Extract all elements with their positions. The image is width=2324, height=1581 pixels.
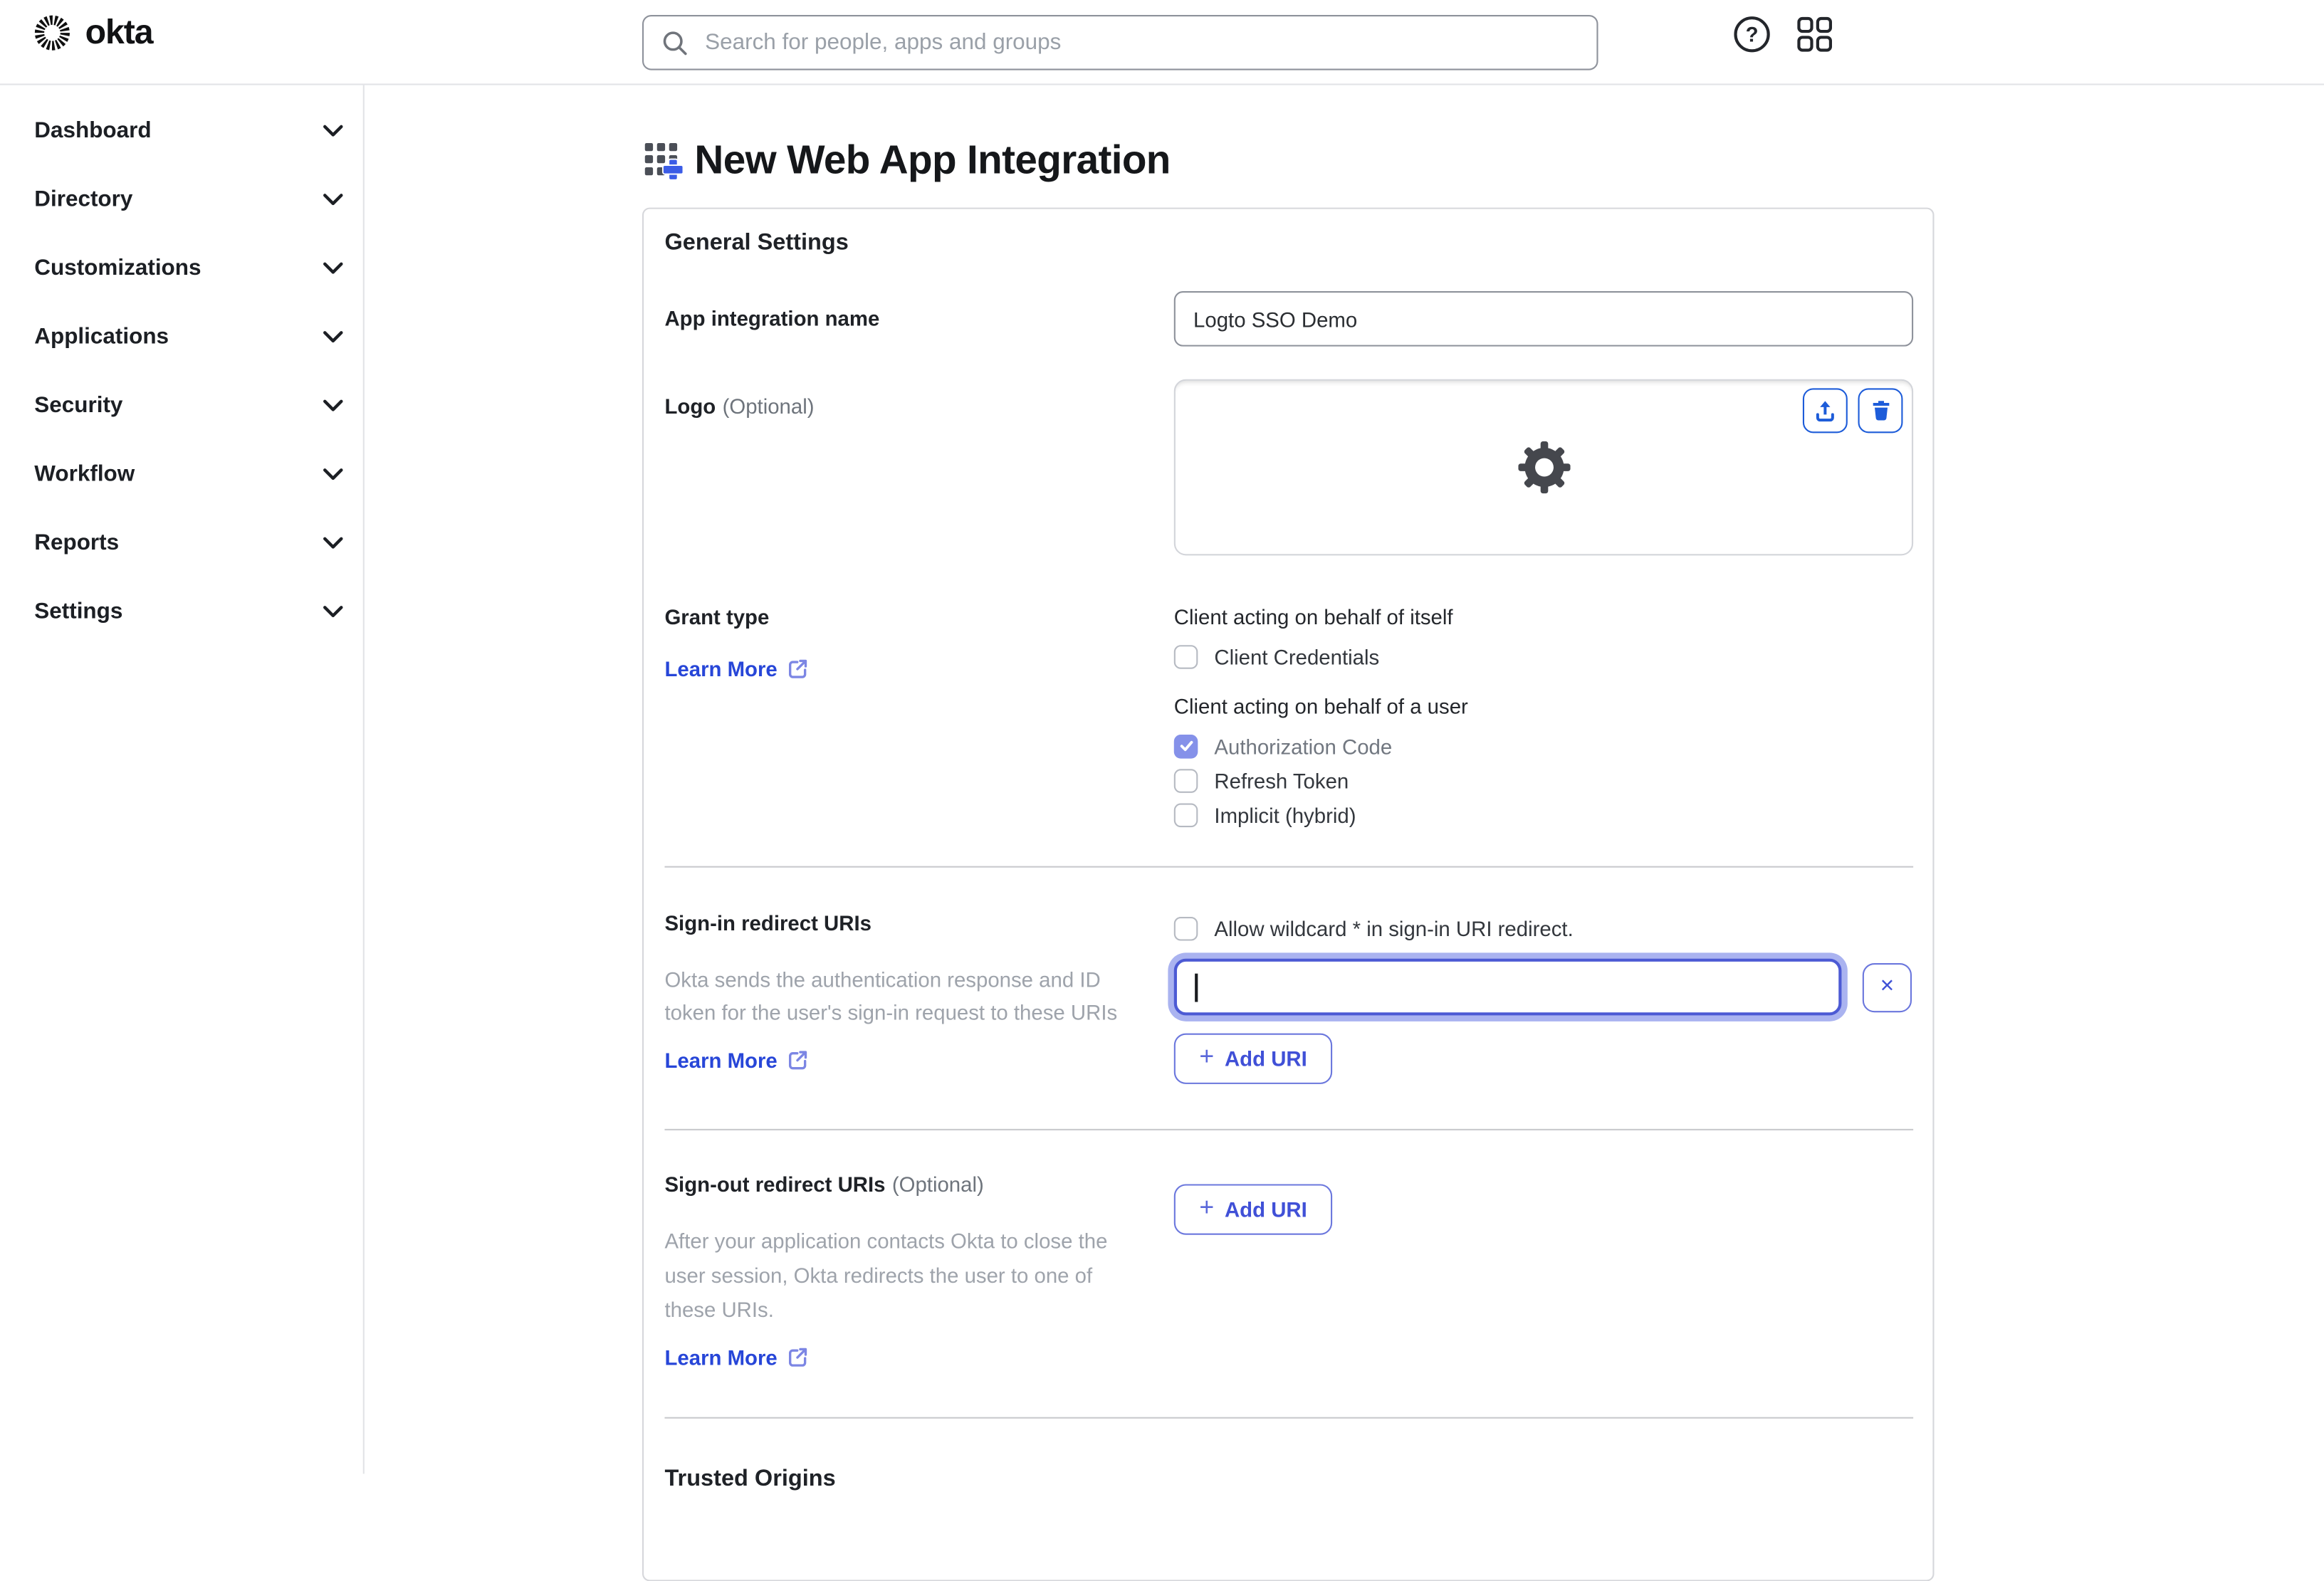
signin-uris-row: Sign-in redirect URIs Okta sends the aut… <box>664 911 1913 1084</box>
chevron-down-icon <box>323 605 343 617</box>
signout-helper-text: After your application contacts Okta to … <box>664 1229 1108 1322</box>
upload-icon <box>1816 401 1834 422</box>
checkbox-authorization-code[interactable]: Authorization Code <box>1173 729 1913 763</box>
checkbox-box-checked[interactable] <box>1173 734 1198 758</box>
trusted-origins-heading: Trusted Origins <box>664 1466 836 1492</box>
signout-uris-label: Sign-out redirect URIs (Optional) <box>664 1172 984 1197</box>
logo-delete-button[interactable] <box>1858 388 1903 434</box>
section-divider <box>664 1128 1914 1130</box>
grant-type-row: Grant type Learn More Client acting on b… <box>664 605 1913 832</box>
global-search[interactable] <box>642 14 1598 70</box>
gear-icon <box>1517 441 1570 494</box>
signin-learn-more-link[interactable]: Learn More <box>664 1049 808 1072</box>
checkbox-box[interactable] <box>1173 802 1198 827</box>
signin-uri-entry-row: × <box>1173 958 1913 1016</box>
sidebar-item-customizations[interactable]: Customizations <box>0 233 363 301</box>
signout-add-uri-button[interactable]: + Add URI <box>1173 1184 1333 1235</box>
signout-uris-row: Sign-out redirect URIs (Optional) After … <box>664 1172 1913 1372</box>
chevron-down-icon <box>323 399 343 411</box>
signin-add-uri-button[interactable]: + Add URI <box>1173 1033 1333 1084</box>
signout-optional-label: (Optional) <box>891 1172 984 1197</box>
plus-icon: + <box>1199 1042 1215 1071</box>
logo-preview-box <box>1173 379 1914 556</box>
general-settings-heading: General Settings <box>664 230 849 256</box>
chevron-down-icon <box>323 330 343 342</box>
app-name-input[interactable] <box>1173 291 1914 347</box>
okta-admin-app: okta ? Dashboard Directory <box>0 0 2324 1581</box>
plus-icon: + <box>1199 1193 1215 1222</box>
app-name-label: App integration name <box>664 306 880 330</box>
checkbox-box[interactable] <box>1173 768 1198 792</box>
logo-row: Logo (Optional) <box>664 379 1914 556</box>
sidebar-item-reports[interactable]: Reports <box>0 508 363 576</box>
sidebar: Dashboard Directory Customizations Appli… <box>0 85 365 1474</box>
section-divider <box>664 866 1914 868</box>
chevron-down-icon <box>323 536 343 548</box>
sidebar-item-directory[interactable]: Directory <box>0 164 363 233</box>
signin-uri-input[interactable] <box>1173 958 1842 1016</box>
checkbox-box[interactable] <box>1173 644 1198 668</box>
logo-upload-button[interactable] <box>1802 388 1848 434</box>
app-switcher-icon[interactable] <box>1797 16 1833 52</box>
sidebar-item-workflow[interactable]: Workflow <box>0 439 363 508</box>
top-bar: okta ? <box>0 0 2324 85</box>
external-link-icon <box>789 1051 808 1070</box>
help-glyph: ? <box>1745 22 1759 47</box>
external-link-icon <box>789 659 808 678</box>
search-icon <box>663 31 687 55</box>
sidebar-item-security[interactable]: Security <box>0 370 363 438</box>
remove-uri-button[interactable]: × <box>1862 962 1912 1012</box>
section-divider <box>664 1417 1914 1419</box>
signin-helper-text: Okta sends the authentication response a… <box>664 967 1118 1025</box>
check-icon <box>1179 740 1193 752</box>
chevron-down-icon <box>323 468 343 480</box>
grant-type-label: Grant type <box>664 604 770 629</box>
signout-learn-more-link[interactable]: Learn More <box>664 1345 808 1370</box>
web-app-integration-icon <box>644 142 683 181</box>
app-name-row: App integration name <box>664 291 1914 347</box>
text-cursor <box>1195 973 1198 1002</box>
okta-logo-text: okta <box>85 11 154 51</box>
grant-group-itself-label: Client acting on behalf of itself <box>1173 604 1453 629</box>
chevron-down-icon <box>323 193 343 205</box>
checkbox-refresh-token[interactable]: Refresh Token <box>1173 763 1913 797</box>
general-settings-card: General Settings App integration name Lo… <box>642 207 1935 1581</box>
okta-logo[interactable]: okta <box>33 11 154 53</box>
sidebar-item-applications[interactable]: Applications <box>0 302 363 370</box>
logo-label: Logo <box>664 394 716 419</box>
page-title: New Web App Integration <box>694 137 1171 182</box>
external-link-icon <box>789 1348 808 1367</box>
checkbox-implicit-hybrid[interactable]: Implicit (hybrid) <box>1173 797 1913 831</box>
help-button[interactable]: ? <box>1734 16 1770 53</box>
logo-optional-label: (Optional) <box>722 394 815 419</box>
checkbox-box[interactable] <box>1173 915 1198 940</box>
signin-uris-label: Sign-in redirect URIs <box>664 910 872 935</box>
chevron-down-icon <box>323 124 343 136</box>
page-title-row: New Web App Integration <box>642 137 1171 184</box>
sidebar-item-dashboard[interactable]: Dashboard <box>0 95 363 164</box>
checkbox-allow-wildcard[interactable]: Allow wildcard * in sign-in URI redirect… <box>1173 911 1913 945</box>
okta-sunburst-icon <box>34 15 70 51</box>
grant-group-user-label: Client acting on behalf of a user <box>1173 694 1468 718</box>
checkbox-client-credentials[interactable]: Client Credentials <box>1173 639 1913 673</box>
grant-learn-more-link[interactable]: Learn More <box>664 657 808 681</box>
sidebar-item-settings[interactable]: Settings <box>0 577 363 645</box>
trash-icon <box>1872 401 1889 421</box>
search-input[interactable] <box>701 28 1579 57</box>
chevron-down-icon <box>323 261 343 273</box>
close-icon: × <box>1880 973 1895 999</box>
